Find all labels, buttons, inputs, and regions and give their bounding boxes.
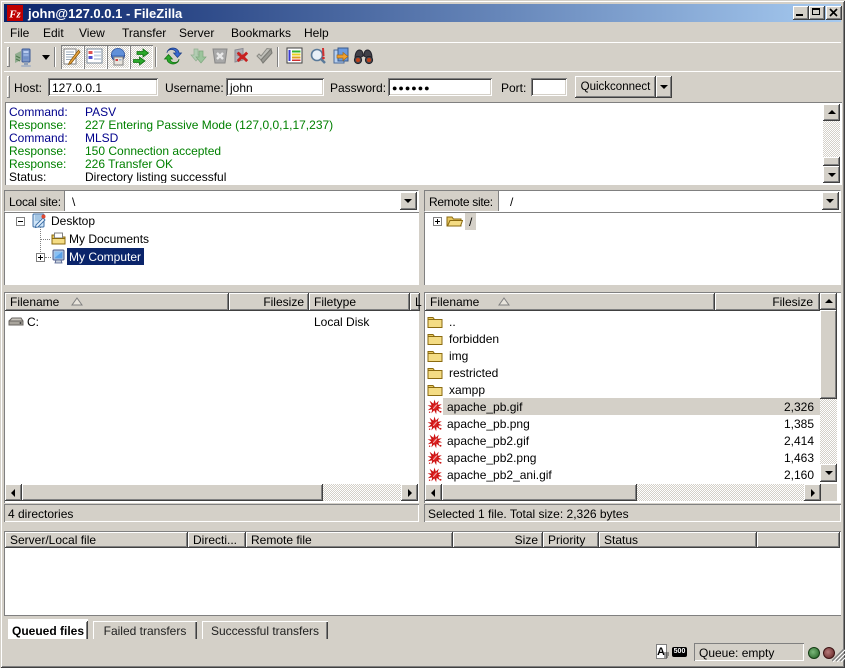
svg-text:Fz: Fz: [8, 9, 21, 21]
svg-text:A: A: [657, 646, 665, 658]
